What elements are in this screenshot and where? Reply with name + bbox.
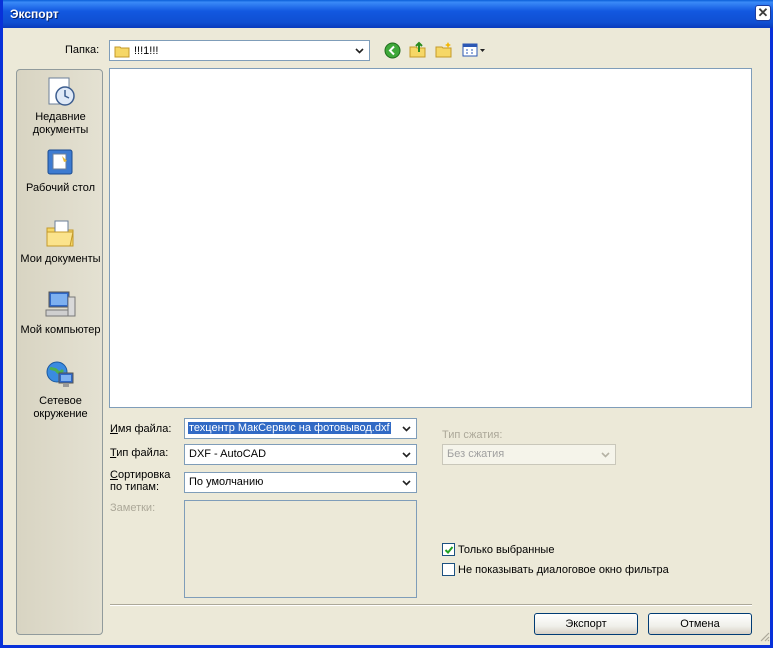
window-title: Экспорт [10,7,59,21]
filetype-value: DXF - AutoCAD [189,448,267,460]
place-network-label-2: окружение [33,408,88,420]
new-folder-icon[interactable] [435,41,453,62]
resize-grip-icon[interactable] [758,630,770,645]
desktop-icon [17,147,104,179]
close-icon: ✕ [757,5,769,20]
export-button[interactable]: Экспорт [534,613,638,635]
sort-value: По умолчанию [189,476,264,488]
title-bar: Экспорт ✕ [3,0,773,28]
only-selected-checkbox[interactable] [442,543,455,556]
filename-label-text: мя файла: [117,423,172,435]
places-bar: Недавние документы Рабочий стол Мои доку… [16,69,103,635]
chevron-down-icon [597,446,614,463]
no-filter-dialog-label[interactable]: Не показывать диалоговое окно фильтра [458,564,669,576]
sort-label-line1: Сортировка [110,469,171,481]
sort-select[interactable]: По умолчанию [184,472,417,493]
place-network[interactable]: Сетевое окружение [17,360,104,421]
place-desktop[interactable]: Рабочий стол [17,147,104,195]
folder-icon [114,44,130,61]
place-desktop-label: Рабочий стол [25,182,96,194]
place-my-documents-label: Мои документы [20,253,101,265]
network-icon [17,360,104,392]
export-dialog: Экспорт ✕ Папка: !!!1!!! Недавние докуме… [0,0,773,648]
place-my-documents[interactable]: Мои документы [17,218,104,266]
sort-label: Сортировка по типам: [110,469,170,493]
place-recent-label-1: Недавние [35,111,86,123]
chevron-down-icon [398,474,415,491]
my-documents-icon [17,218,104,250]
chevron-down-icon [398,446,415,463]
no-filter-dialog-checkbox[interactable] [442,563,455,576]
compression-value: Без сжатия [447,448,505,460]
back-icon[interactable] [384,42,401,62]
compression-label: Тип сжатия: [442,429,503,441]
chevron-down-icon[interactable] [398,420,415,437]
filetype-label: Тип файла: [110,447,169,459]
filename-value: техцентр МакСервис на фотовывод.dxf [188,422,391,434]
chevron-down-icon [351,42,368,59]
cancel-button[interactable]: Отмена [648,613,752,635]
sort-label-line2: по типам: [110,481,160,493]
file-list[interactable] [109,68,752,408]
folder-label: Папка: [65,44,100,56]
folder-select[interactable]: !!!1!!! [109,40,370,61]
filename-label: Имя файла: [110,423,172,435]
only-selected-label[interactable]: Только выбранные [458,544,554,556]
notes-label: Заметки: [110,502,156,514]
notes-field [184,500,417,598]
up-folder-icon[interactable] [409,41,427,62]
my-computer-icon [17,289,104,321]
filetype-select[interactable]: DXF - AutoCAD [184,444,417,465]
close-button[interactable]: ✕ [755,5,771,21]
place-network-label-1: Сетевое [39,395,82,407]
compression-select: Без сжатия [442,444,616,465]
folder-value: !!!1!!! [134,45,159,57]
recent-documents-icon [17,76,104,108]
place-my-computer[interactable]: Мой компьютер [17,289,104,337]
view-menu-icon[interactable] [462,43,486,60]
place-recent-label-2: документы [32,124,89,136]
filename-input[interactable]: техцентр МакСервис на фотовывод.dxf [184,418,417,439]
separator [110,604,752,606]
place-my-computer-label: Мой компьютер [20,324,101,336]
checkmark-icon [444,545,454,558]
place-recent[interactable]: Недавние документы [17,76,104,137]
